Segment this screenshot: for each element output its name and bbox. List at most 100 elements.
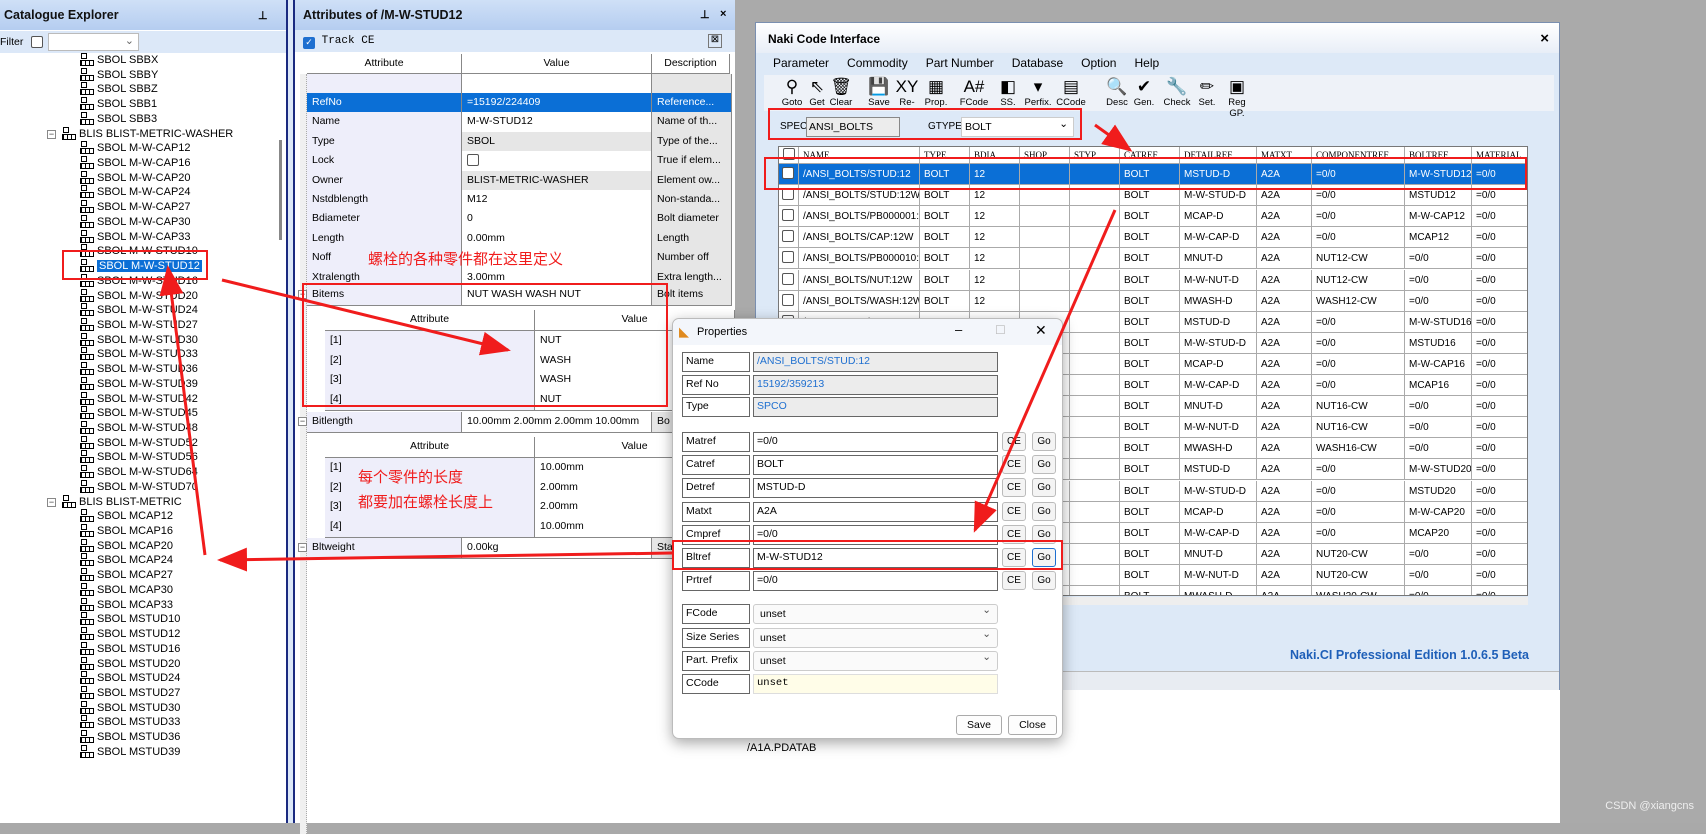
attribute-value[interactable] <box>462 151 652 173</box>
tree-item[interactable]: SBOL MCAP16 <box>80 524 173 539</box>
close-icon[interactable]: × <box>720 8 726 20</box>
table-row[interactable]: /ANSI_BOLTS/PB000001:12 BOLT 12 BOLT MCAP-D A… <box>779 206 1527 228</box>
prtref-field[interactable]: =0/0 <box>753 571 998 592</box>
toolbar-re-button[interactable]: XY Re- <box>892 77 922 108</box>
matxt-field[interactable]: A2A <box>753 501 998 522</box>
tree-item[interactable]: SBOL MCAP12 <box>80 509 173 524</box>
size-series-dropdown[interactable]: unset <box>753 627 998 648</box>
toolbar-ccode-button[interactable]: ▤ CCode <box>1056 77 1086 108</box>
tree-item[interactable]: SBOL M-W-CAP27 <box>80 200 191 215</box>
tree-item[interactable]: SBOL SBB3 <box>80 111 157 127</box>
panel-splitter[interactable] <box>286 0 295 823</box>
tree-item[interactable]: SBOL M-W-STUD56 <box>80 450 198 465</box>
toolbar-clear-button[interactable]: 🗑 Clear <box>826 77 856 108</box>
tree-item[interactable]: SBOL MCAP20 <box>80 538 173 554</box>
tree-item[interactable]: SBOL MSTUD33 <box>80 715 180 730</box>
pin-icon[interactable]: ⊥ <box>700 8 710 21</box>
ccode-field[interactable]: unset <box>753 674 998 694</box>
attribute-value[interactable]: =15192/224409 <box>462 93 652 114</box>
tree-item[interactable]: SBOL MSTUD27 <box>80 685 180 701</box>
filter-checkbox[interactable] <box>31 36 43 48</box>
row-checkbox[interactable] <box>782 251 794 264</box>
toolbar-save-button[interactable]: 💾 Save <box>864 77 894 108</box>
close-button[interactable]: Close <box>1008 715 1057 735</box>
attribute-value[interactable]: 0 <box>462 209 652 231</box>
attribute-value[interactable]: 0.00kg <box>462 538 652 559</box>
tree-item[interactable]: SBOL M-W-CAP24 <box>80 185 191 200</box>
track-ce-checkbox[interactable]: ✓ <box>303 37 315 49</box>
row-checkbox[interactable] <box>782 230 794 243</box>
tree-item[interactable]: − BLIS BLIST-METRIC-WASHER <box>47 126 233 142</box>
toolbar-desc-button[interactable]: 🔍 Desc <box>1102 77 1132 108</box>
filter-dropdown[interactable]: ⌄ <box>48 33 139 51</box>
toolbar-prop-button[interactable]: ▦ Prop. <box>921 77 951 108</box>
menu-part-number[interactable]: Part Number <box>926 56 994 70</box>
row-checkbox[interactable] <box>782 272 794 285</box>
save-button[interactable]: Save <box>956 715 1002 735</box>
tree-item[interactable]: SBOL M-W-STUD70 <box>80 479 198 495</box>
toolbar-set-button[interactable]: ✏ Set. <box>1192 77 1222 108</box>
minimize-icon[interactable]: – <box>955 322 962 337</box>
tree-item[interactable]: − BLIS BLIST-METRIC <box>47 494 182 510</box>
tree-item[interactable]: SBOL M-W-STUD36 <box>80 362 198 377</box>
tree-item[interactable]: SBOL M-W-STUD48 <box>80 421 198 436</box>
toolbar-fcode-button[interactable]: A# FCode <box>959 77 989 108</box>
catref-field[interactable]: BOLT <box>753 455 998 476</box>
tree-item[interactable]: SBOL M-W-CAP33 <box>80 229 191 245</box>
collapse-icon[interactable]: − <box>47 129 56 139</box>
ref-no-field[interactable]: 15192/359213 <box>753 374 998 395</box>
table-row[interactable]: /ANSI_BOLTS/PB000010:12 BOLT 12 BOLT MNUT-D A… <box>779 248 1527 270</box>
row-select[interactable] <box>779 227 799 249</box>
attribute-value[interactable]: BLIST-METRIC-WASHER <box>462 170 652 192</box>
toolbar-gen-button[interactable]: ✔ Gen. <box>1129 77 1159 108</box>
menu-commodity[interactable]: Commodity <box>847 56 908 70</box>
table-row[interactable]: /ANSI_BOLTS/NUT:12W BOLT 12 BOLT M-W-NUT-D A2… <box>779 269 1527 291</box>
menu-database[interactable]: Database <box>1012 56 1063 70</box>
detref-field[interactable]: MSTUD-D <box>753 478 998 499</box>
tree-item[interactable]: SBOL SBBZ <box>80 82 158 97</box>
part-prefix-dropdown[interactable]: unset <box>753 651 998 671</box>
menu-option[interactable]: Option <box>1081 56 1116 70</box>
tree-item[interactable]: SBOL SBBX <box>80 53 158 68</box>
tree-item[interactable]: SBOL M-W-STUD64 <box>80 465 198 480</box>
prtref-ce-button[interactable]: CE <box>1002 571 1026 591</box>
tree-item[interactable]: SBOL M-W-STUD27 <box>80 317 198 333</box>
row-checkbox[interactable] <box>782 209 794 222</box>
prtref-go-button[interactable]: Go <box>1032 571 1056 591</box>
matref-go-button[interactable]: Go <box>1032 432 1056 451</box>
menu-help[interactable]: Help <box>1134 56 1159 70</box>
tree-item[interactable]: SBOL MCAP27 <box>80 568 173 583</box>
tree-scrollbar[interactable] <box>279 140 282 240</box>
row-select[interactable] <box>779 269 799 291</box>
toolbar-reggp-button[interactable]: ▣ Reg GP. <box>1222 77 1252 119</box>
tree-item[interactable]: SBOL M-W-CAP16 <box>80 156 191 171</box>
row-checkbox[interactable] <box>782 293 794 306</box>
table-row[interactable]: /ANSI_BOLTS/CAP:12W BOLT 12 BOLT M-W-CAP-D A2… <box>779 227 1527 249</box>
collapse-icon[interactable]: − <box>298 417 307 426</box>
attribute-value[interactable]: M-W-STUD12 <box>462 112 652 134</box>
tree-item[interactable]: SBOL M-W-STUD24 <box>80 303 198 318</box>
close-icon[interactable]: ✕ <box>1035 322 1047 339</box>
tree-item[interactable]: SBOL M-W-CAP12 <box>80 141 191 156</box>
pin-icon[interactable]: ⊥ <box>258 9 268 22</box>
fcode-dropdown[interactable]: unset <box>753 604 998 624</box>
tree-item[interactable]: SBOL M-W-STUD39 <box>80 376 198 392</box>
close-icon[interactable]: × <box>1540 30 1549 47</box>
lock-checkbox[interactable] <box>467 154 479 167</box>
name-field[interactable]: /ANSI_BOLTS/STUD:12 <box>753 352 998 372</box>
filter-clear-icon[interactable]: ⊠ <box>708 34 722 48</box>
toolbar-perfix-button[interactable]: ▾ Perfix. <box>1023 77 1053 108</box>
detref-ce-button[interactable]: CE <box>1002 478 1026 498</box>
tree-item[interactable]: SBOL M-W-STUD20 <box>80 288 198 304</box>
tree-item[interactable]: SBOL MCAP33 <box>80 597 173 613</box>
attribute-value[interactable]: 10.00mm 2.00mm 2.00mm 10.00mm <box>462 412 652 433</box>
row-select[interactable] <box>779 206 799 228</box>
attribute-value[interactable]: M12 <box>462 190 652 211</box>
tree-item[interactable]: SBOL MSTUD36 <box>80 730 180 745</box>
attribute-value[interactable]: 0.00mm <box>462 228 652 250</box>
table-row[interactable]: /ANSI_BOLTS/WASH:12W BOLT 12 BOLT MWASH-D A2A… <box>779 290 1527 312</box>
matref-field[interactable]: =0/0 <box>753 432 998 452</box>
tree-item[interactable]: SBOL M-W-STUD30 <box>80 332 198 348</box>
detref-go-button[interactable]: Go <box>1032 478 1056 498</box>
tree-item[interactable]: SBOL M-W-STUD42 <box>80 391 198 407</box>
